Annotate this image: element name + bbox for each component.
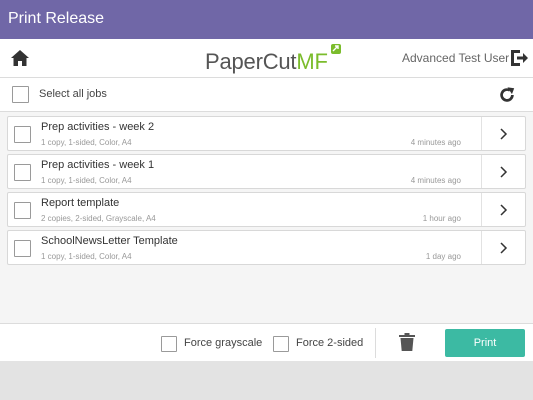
chevron-right-icon[interactable]: [499, 242, 509, 254]
title-bar: Print Release: [0, 0, 533, 39]
job-list: Prep activities - week 2 1 copy, 1-sided…: [0, 112, 533, 323]
select-all-bar: Select all jobs: [0, 78, 533, 112]
job-details: 1 copy, 1-sided, Color, A4: [41, 176, 132, 185]
logo-main-text: PaperCut: [205, 49, 297, 74]
user-name: Advanced Test User: [402, 51, 510, 65]
refresh-icon[interactable]: [498, 86, 516, 104]
force-grayscale-checkbox[interactable]: [161, 336, 177, 352]
job-time: 4 minutes ago: [410, 138, 461, 147]
force-2sided-label: Force 2-sided: [296, 337, 364, 349]
job-name: Prep activities - week 1: [41, 159, 155, 171]
bottom-panel: [0, 361, 533, 400]
job-checkbox[interactable]: [14, 126, 31, 143]
chevron-right-icon[interactable]: [499, 166, 509, 178]
job-checkbox[interactable]: [14, 240, 31, 257]
job-time: 4 minutes ago: [410, 176, 461, 185]
job-time: 1 hour ago: [422, 214, 461, 223]
job-name: Report template: [41, 197, 120, 209]
job-row[interactable]: Prep activities - week 1 1 copy, 1-sided…: [7, 154, 526, 189]
divider: [375, 328, 376, 358]
divider: [481, 155, 482, 188]
print-button[interactable]: Print: [445, 329, 525, 357]
trash-icon[interactable]: [398, 332, 416, 352]
logout-icon[interactable]: [509, 48, 529, 68]
job-details: 1 copy, 1-sided, Color, A4: [41, 252, 132, 261]
job-checkbox[interactable]: [14, 164, 31, 181]
logo-accent-text: MF: [296, 49, 328, 74]
divider: [481, 193, 482, 226]
header-bar: PaperCutMF Advanced Test User: [0, 39, 533, 78]
job-details: 1 copy, 1-sided, Color, A4: [41, 138, 132, 147]
job-time: 1 day ago: [425, 252, 461, 261]
chevron-right-icon[interactable]: [499, 204, 509, 216]
select-all-label: Select all jobs: [39, 88, 107, 100]
select-all-checkbox[interactable]: [12, 86, 29, 103]
job-name: SchoolNewsLetter Template: [41, 235, 178, 247]
job-row[interactable]: Report template 2 copies, 2-sided, Grays…: [7, 192, 526, 227]
job-details: 2 copies, 2-sided, Grayscale, A4: [41, 214, 156, 223]
footer-bar: Force grayscale Force 2-sided Print: [0, 323, 533, 361]
job-row[interactable]: SchoolNewsLetter Template 1 copy, 1-side…: [7, 230, 526, 265]
logo-leaf-icon: [331, 44, 341, 54]
divider: [481, 231, 482, 264]
chevron-right-icon[interactable]: [499, 128, 509, 140]
force-grayscale-label: Force grayscale: [184, 337, 263, 349]
divider: [481, 117, 482, 150]
job-checkbox[interactable]: [14, 202, 31, 219]
job-name: Prep activities - week 2: [41, 121, 155, 133]
page-title: Print Release: [8, 10, 105, 27]
job-row[interactable]: Prep activities - week 2 1 copy, 1-sided…: [7, 116, 526, 151]
home-icon[interactable]: [10, 48, 30, 68]
force-2sided-checkbox[interactable]: [273, 336, 289, 352]
